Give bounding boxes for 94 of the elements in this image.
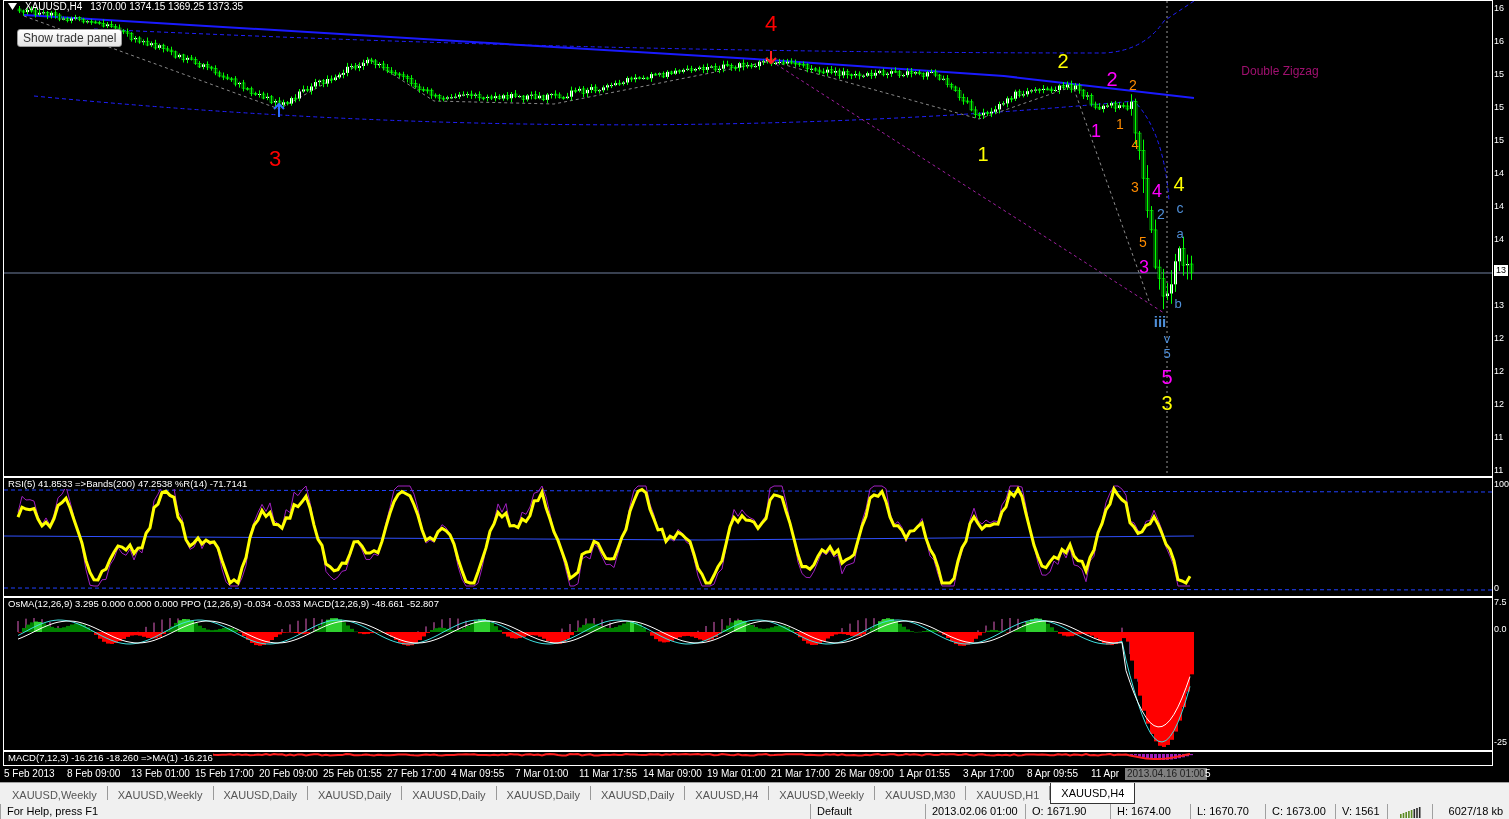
time-axis-label: 4 Mar 09:55 bbox=[451, 768, 505, 780]
wave-label: 3 bbox=[268, 148, 282, 170]
value-axis-label: 7.5 bbox=[1494, 597, 1507, 608]
wave-label: 5 bbox=[1161, 367, 1173, 387]
status-field: O: 1671.90 bbox=[1025, 804, 1110, 819]
value-axis-label: 0.0 bbox=[1494, 624, 1507, 635]
price-axis-label: 15 bbox=[1494, 102, 1504, 113]
time-axis-label: 25 Feb 01:55 bbox=[323, 768, 382, 780]
price-axis-label: 12 bbox=[1494, 366, 1504, 377]
wave-label: b bbox=[1174, 296, 1182, 310]
status-field: 2013.02.06 01:00 bbox=[925, 804, 1025, 819]
chart-tab[interactable]: XAUUSD,M30 bbox=[875, 786, 967, 800]
down-arrow-icon bbox=[765, 50, 777, 65]
time-axis-label: 21 Mar 17:00 bbox=[771, 768, 830, 780]
wave-label: Double Zigzag bbox=[1241, 65, 1319, 77]
wave-label: 3 bbox=[1131, 180, 1139, 194]
time-axis-label: 26 Mar 09:00 bbox=[835, 768, 894, 780]
time-axis-label: 20 Feb 09:00 bbox=[259, 768, 318, 780]
time-axis-label: 5 Feb 2013 bbox=[4, 768, 55, 780]
wave-label: 1 bbox=[1091, 122, 1101, 140]
status-field: 6027/18 kb bbox=[1432, 804, 1509, 819]
chart-tab[interactable]: XAUUSD,Weekly bbox=[2, 786, 108, 800]
time-axis-label: 11 Apr bbox=[1091, 768, 1120, 780]
chart-tab[interactable]: XAUUSD,Weekly bbox=[769, 786, 876, 800]
cursor-price-label: 13 bbox=[1494, 265, 1508, 276]
wave-label: iii bbox=[1153, 313, 1167, 329]
chart-tab[interactable]: XAUUSD,H4 bbox=[1050, 783, 1136, 804]
wave-label: v bbox=[1163, 331, 1171, 345]
indicator-legend: RSI(5) 41.8533 =>Bands(200) 47.2538 %R(14) -71.7141 bbox=[8, 479, 248, 490]
wave-label: 4 bbox=[1173, 174, 1185, 194]
price-axis-label: 11 bbox=[1494, 432, 1504, 443]
wave-label: 5 bbox=[1163, 346, 1171, 360]
time-axis-label: 11 Mar 17:55 bbox=[579, 768, 638, 780]
time-axis-label: 15 Feb 17:00 bbox=[195, 768, 254, 780]
status-field: Default bbox=[810, 804, 925, 819]
macd-histogram bbox=[1130, 754, 1193, 760]
price-axis-label: 12 bbox=[1494, 333, 1504, 344]
time-axis-label: 14 Mar 09:00 bbox=[643, 768, 702, 780]
time-axis-label: 7 Mar 01:00 bbox=[515, 768, 569, 780]
chart-tab[interactable]: XAUUSD,Daily bbox=[496, 786, 591, 800]
indicator-legend: OsMA(12,26,9) 3.295 0.000 0.000 0.000 PPO (12,26,9) -0.034 -0.033 MACD(12,26,9) -48.661 -52.807 bbox=[8, 599, 439, 610]
wave-label: 1 bbox=[977, 144, 989, 164]
dropdown-icon[interactable] bbox=[8, 3, 17, 10]
time-axis-label: 13 Feb 01:00 bbox=[131, 768, 190, 780]
price-axis-label: 14 bbox=[1494, 201, 1504, 212]
chart-tab[interactable]: XAUUSD,Daily bbox=[307, 786, 403, 800]
wave-label: 2 bbox=[1106, 69, 1118, 89]
time-axis-label: 8 Feb 09:00 bbox=[67, 768, 121, 780]
wave-label: 4 bbox=[1152, 182, 1162, 200]
status-field: V: 1561 bbox=[1335, 804, 1387, 819]
wave-label: 2 bbox=[1157, 207, 1165, 221]
price-axis-label: 12 bbox=[1494, 399, 1504, 410]
price-axis-label: 15 bbox=[1494, 135, 1504, 146]
wave-label: 3 bbox=[1161, 393, 1173, 413]
price-axis-label: 13 bbox=[1494, 300, 1504, 311]
time-axis-label: 19 Mar 01:00 bbox=[707, 768, 766, 780]
connection-bars-icon bbox=[1400, 806, 1422, 818]
status-field: For Help, press F1 bbox=[0, 804, 810, 819]
chart-tab[interactable]: XAUUSD,H4 bbox=[685, 786, 770, 800]
chart-tab[interactable]: XAUUSD,Daily bbox=[590, 786, 686, 800]
wave-label: 4 bbox=[764, 13, 778, 35]
price-axis-label: 15 bbox=[1494, 69, 1504, 80]
wave-label: c bbox=[1176, 201, 1184, 215]
time-axis-label: 5 bbox=[1205, 768, 1211, 780]
wave-label: 3 bbox=[1139, 258, 1149, 276]
chart-tab[interactable]: XAUUSD,Daily bbox=[213, 786, 308, 800]
time-axis-label: 3 Apr 17:00 bbox=[963, 768, 1015, 780]
up-arrow-icon bbox=[273, 102, 285, 118]
price-axis-label: 11 bbox=[1494, 465, 1504, 476]
indicator-legend: MACD(7,12,3) -16.216 -18.260 =>MA(1) -16.216 bbox=[8, 753, 213, 764]
value-axis-label: 0 bbox=[1494, 583, 1499, 594]
price-axis-label: 14 bbox=[1494, 234, 1504, 245]
price-axis-label: 14 bbox=[1494, 168, 1504, 179]
wave-label: 4 bbox=[1131, 137, 1139, 151]
value-axis-label: -25 bbox=[1494, 737, 1507, 748]
show-trade-panel-button[interactable]: Show trade panel bbox=[17, 29, 123, 47]
status-field: L: 1670.70 bbox=[1190, 804, 1265, 819]
time-axis-label: 8 Apr 09:55 bbox=[1027, 768, 1079, 780]
time-axis-label: 27 Feb 17:00 bbox=[387, 768, 446, 780]
status-field: H: 1674.00 bbox=[1110, 804, 1190, 819]
ohlc-values: 1370.00 1374.15 1369.25 1373.35 bbox=[90, 1, 244, 12]
chart-tab[interactable]: XAUUSD,Weekly bbox=[107, 786, 214, 800]
time-axis-label: 1 Apr 01:55 bbox=[899, 768, 951, 780]
chart-tab[interactable]: XAUUSD,Daily bbox=[402, 786, 497, 800]
status-field: C: 1673.00 bbox=[1265, 804, 1335, 819]
symbol-label: XAUUSD,H4 bbox=[25, 1, 83, 12]
price-axis-label: 16 bbox=[1494, 36, 1504, 47]
wave-label: 2 bbox=[1057, 51, 1069, 71]
wave-label: 1 bbox=[1116, 117, 1124, 131]
wave-label: 2 bbox=[1129, 78, 1137, 92]
price-axis-label: 16 bbox=[1494, 3, 1504, 14]
value-axis-label: 100 bbox=[1494, 479, 1509, 490]
wave-label: 5 bbox=[1139, 235, 1147, 249]
wave-label: a bbox=[1176, 226, 1184, 240]
